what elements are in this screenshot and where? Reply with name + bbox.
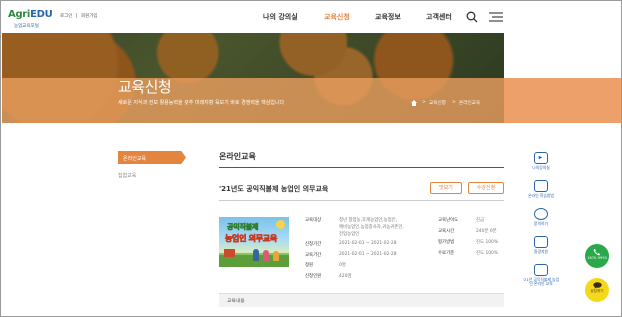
phone-label: 1670-9993 [587,256,607,260]
page-title: 온라인교육 [219,152,256,161]
title-divider [219,167,504,168]
quick-menu-label: 나의강의실 [532,165,550,170]
home-icon[interactable] [411,100,417,106]
person-illustration [273,251,279,261]
agriedu-logo[interactable]: AgriEDU 농업교육포털 [8,9,53,31]
thumbnail-title-line1: 공익직불제 [227,223,259,232]
sidebar-item-online[interactable]: 온라인교육 [118,151,186,164]
apply-button[interactable]: 수강신청 [468,182,504,194]
info-label: 교육기간 [305,253,322,258]
section-header [219,293,504,307]
house-illustration [224,249,235,257]
search-icon[interactable] [466,11,478,23]
pc-check-icon [534,236,548,248]
qna-icon [534,208,548,220]
info-label: 신청기간 [305,242,322,247]
breadcrumb-item-apply[interactable]: 교육신청 [429,100,446,106]
info-value: 2021-02-01 ~ 2021-02-28 [339,252,397,257]
person-illustration [263,250,269,261]
course-title[interactable]: '21년도 공익직불제 농업인 의무교육 [219,184,328,194]
preview-button[interactable]: 맛보기 [430,182,462,194]
book-icon [534,264,548,276]
nav-course-apply[interactable]: 교육신청 [324,12,350,22]
logo-wordmark: AgriEDU [8,9,53,20]
info-value: 2021-02-01 ~ 2021-02-28 [339,241,397,246]
logo-subtitle: 농업교육포털 [14,24,39,29]
info-value: 진도 100% [476,240,499,245]
kakao-talk-icon [592,282,602,289]
quick-menu-learning-guide[interactable]: 온라인 학습방법 [527,180,555,198]
quick-menu-environment[interactable]: 환경지원 [527,236,555,254]
quick-menu-label: 환경지원 [534,249,548,254]
nav-customer-center[interactable]: 고객센터 [426,12,452,22]
chat-icon [534,180,548,192]
section-label-content: 교육내용 [227,299,245,304]
info-value: 진도 100% [476,251,499,256]
nav-my-classroom[interactable]: 나의 강의실 [263,12,298,22]
info-label: 정원 [305,263,314,268]
info-value: 240분 0분 [476,229,497,234]
info-value: 청년 창업농,후계농업인,농업인, [339,218,398,223]
sun-illustration [276,220,285,229]
kakao-consult-button[interactable]: 상담하기 [585,278,609,302]
hero-description: 새로운 지식과 전보 활용능력을 갖추 미래지향 육보기 바로 경쟁력을 핵심입… [118,100,285,106]
person-illustration [253,249,259,261]
info-value: 예비농업인,농업종사자,귀농귀촌인, [339,225,404,230]
quick-menu-label: '21년 공익직불제 농업인 온라인 교육 [522,277,560,287]
info-label: 교육난이도 [438,218,459,223]
breadcrumb-separator: > [422,100,426,105]
sidebar-item-offline[interactable]: 집합교육 [118,172,136,179]
nav-course-info[interactable]: 교육정보 [375,12,401,22]
quick-menu-label: 온라인 학습방법 [528,193,554,198]
signup-link[interactable]: 회원가입 [81,13,98,19]
course-divider [219,200,504,201]
hero-band-right [504,78,621,123]
info-label: 수료기준 [438,251,455,256]
hero-title: 교육신청 [118,78,172,96]
info-label: 교육시간 [438,229,455,234]
breadcrumb-separator: > [452,100,456,105]
quick-menu-my-classroom[interactable]: 나의강의실 [527,152,555,170]
course-thumbnail[interactable]: 공익직불제 농업인 의무교육 [219,217,289,267]
breadcrumb-item-online[interactable]: 온라인교육 [459,100,480,106]
util-divider [76,13,77,18]
kakao-label: 상담하기 [590,289,604,293]
info-label: 교육대상 [305,218,322,223]
info-value: 전업농업인 [339,232,360,237]
page: AgriEDU 농업교육포털 로그인 회원가입 나의 강의실 교육신청 교육정보… [0,0,622,317]
quick-menu-inquiry[interactable]: 묻의하기 [527,208,555,226]
phone-icon [593,248,601,256]
info-value: 0명 [339,263,346,268]
info-value: 진급 [476,218,485,223]
info-value: 420명 [339,274,352,279]
hamburger-menu-icon[interactable] [489,12,503,22]
phone-call-button[interactable]: 1670-9993 [585,244,609,268]
login-link[interactable]: 로그인 [60,13,72,19]
quick-menu-label: 묻의하기 [534,221,548,226]
info-label: 평가방법 [438,240,455,245]
quick-menu-2021-course[interactable]: '21년 공익직불제 농업인 온라인 교육 [523,264,559,287]
monitor-icon [534,152,548,164]
info-label: 신청인원 [305,274,322,279]
thumbnail-title-line2: 농업인 의무교육 [225,234,278,244]
